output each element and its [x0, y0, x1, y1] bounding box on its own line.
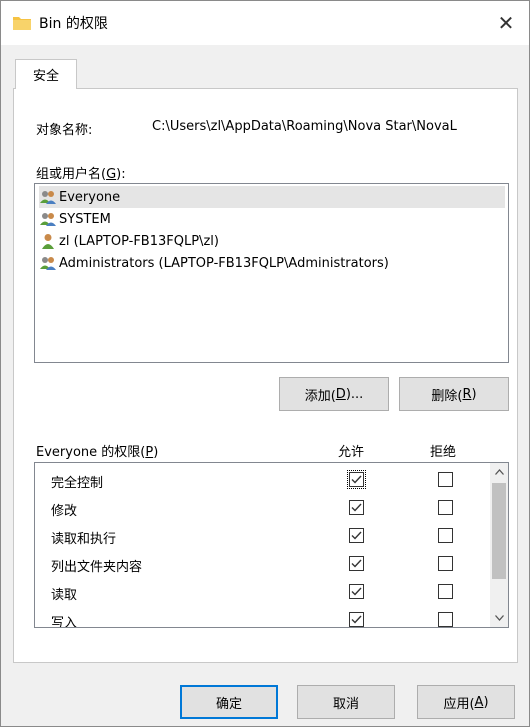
deny-checkbox[interactable] [438, 556, 453, 571]
permissions-dialog: Bin 的权限 ✕ 安全 对象名称: C:\Users\zl\AppData\R… [0, 0, 530, 727]
close-button[interactable]: ✕ [483, 1, 529, 45]
deny-checkbox[interactable] [438, 612, 453, 627]
cancel-button[interactable]: 取消 [297, 685, 395, 719]
permissions-scrollbar[interactable] [490, 463, 508, 627]
deny-checkbox[interactable] [438, 472, 453, 487]
permission-name: 列出文件夹内容 [51, 560, 143, 575]
allow-checkbox[interactable] [349, 528, 364, 543]
permission-row: 列出文件夹内容 [35, 550, 489, 578]
list-item[interactable]: zl (LAPTOP-FB13FQLP\zl) [39, 230, 219, 252]
remove-button[interactable]: 删除(R) [399, 377, 509, 411]
list-item[interactable]: Administrators (LAPTOP-FB13FQLP\Administ… [39, 252, 389, 274]
allow-checkbox[interactable] [349, 556, 364, 571]
group-icon [40, 191, 56, 204]
list-item[interactable]: SYSTEM [39, 208, 111, 230]
permission-name: 完全控制 [51, 476, 104, 491]
deny-checkbox[interactable] [438, 528, 453, 543]
permission-row: 修改 [35, 494, 489, 522]
permission-row: 读取和执行 [35, 522, 489, 550]
permissions-list: 完全控制 修改 读取和执行 列出文件夹内容 读取 写入 [34, 462, 509, 628]
list-item-label: Administrators (LAPTOP-FB13FQLP\Administ… [59, 255, 389, 271]
group-user-list[interactable]: Everyone SYSTEM zl (LAPTOP-FB13FQLP\zl) [34, 183, 509, 363]
close-icon: ✕ [497, 11, 515, 35]
window-title: Bin 的权限 [39, 16, 108, 32]
scroll-thumb[interactable] [492, 483, 506, 579]
list-item-label: Everyone [59, 189, 121, 205]
permission-row: 写入 [35, 606, 489, 628]
group-icon [40, 213, 56, 226]
deny-column-header: 拒绝 [430, 445, 457, 460]
list-item[interactable]: Everyone [39, 186, 505, 208]
object-name-label: 对象名称: [36, 123, 93, 138]
permission-name: 修改 [51, 504, 78, 519]
scroll-up-button[interactable] [490, 463, 508, 481]
title-bar: Bin 的权限 ✕ [1, 1, 529, 45]
permission-name: 读取 [51, 588, 78, 603]
ok-button[interactable]: 确定 [180, 685, 278, 719]
tab-security[interactable]: 安全 [15, 59, 77, 89]
permissions-title: Everyone 的权限(P) [36, 445, 159, 460]
allow-checkbox[interactable] [349, 612, 364, 627]
permission-row: 完全控制 [35, 466, 489, 494]
object-name-value: C:\Users\zl\AppData\Roaming\Nova Star\No… [152, 119, 457, 134]
chevron-down-icon [494, 615, 504, 621]
allow-checkbox[interactable] [349, 500, 364, 515]
list-item-label: zl (LAPTOP-FB13FQLP\zl) [59, 233, 219, 249]
group-icon [40, 257, 56, 270]
scroll-down-button[interactable] [490, 609, 508, 627]
allow-checkbox[interactable] [347, 470, 366, 489]
permission-row: 读取 [35, 578, 489, 606]
allow-checkbox[interactable] [349, 584, 364, 599]
add-button[interactable]: 添加(D)... [279, 377, 389, 411]
deny-checkbox[interactable] [438, 500, 453, 515]
user-icon [42, 234, 54, 249]
security-panel: 对象名称: C:\Users\zl\AppData\Roaming\Nova S… [13, 88, 518, 663]
deny-checkbox[interactable] [438, 584, 453, 599]
tab-label: 安全 [32, 69, 59, 84]
group-list-label: 组或用户名(G): [36, 167, 126, 182]
permission-name: 读取和执行 [51, 532, 117, 547]
list-item-label: SYSTEM [59, 211, 111, 227]
allow-column-header: 允许 [338, 445, 365, 460]
chevron-up-icon [494, 469, 504, 475]
folder-icon [13, 17, 31, 30]
apply-button[interactable]: 应用(A) [417, 685, 515, 719]
permission-name: 写入 [51, 616, 78, 628]
